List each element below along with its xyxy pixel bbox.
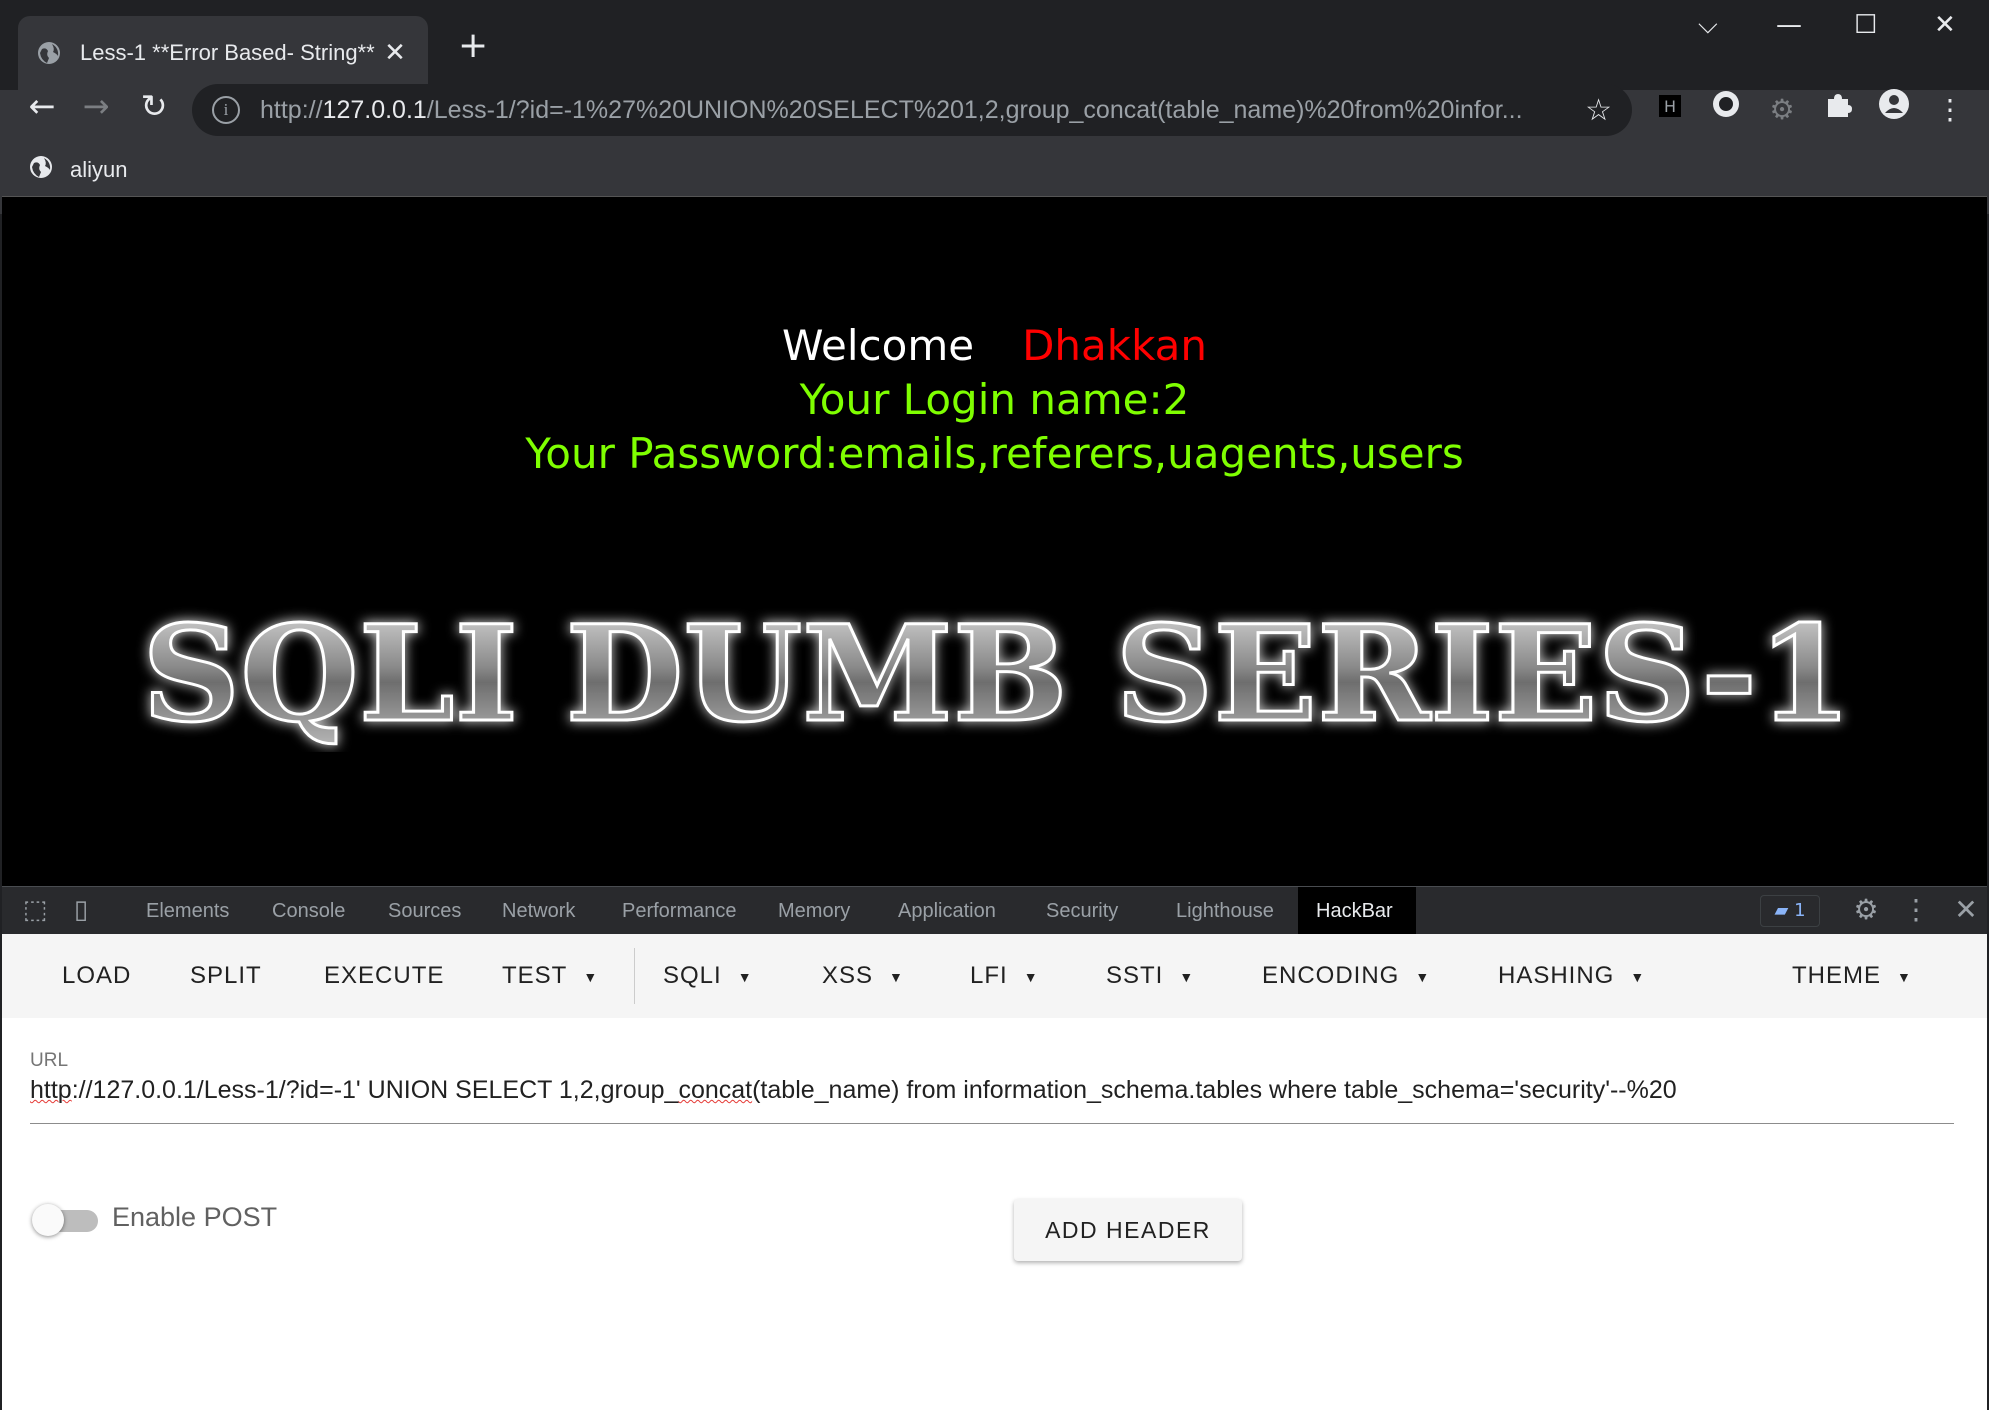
- site-info-icon[interactable]: i: [212, 96, 240, 124]
- devtools-settings-icon[interactable]: ⚙: [1848, 893, 1884, 926]
- devtools-tabbar: ⬚ ▯ Elements Console Sources Network Per…: [2, 886, 1987, 935]
- devtools-tab-lighthouse[interactable]: Lighthouse: [1158, 887, 1292, 935]
- devtools-tab-security[interactable]: Security: [1028, 887, 1136, 935]
- url-underline: [30, 1123, 1954, 1124]
- browser-tab[interactable]: Less-1 **Error Based- String** ✕: [18, 16, 428, 90]
- enable-post-label: Enable POST: [112, 1202, 278, 1232]
- add-header-button[interactable]: ADD HEADER: [1014, 1199, 1242, 1261]
- devtools-tab-network[interactable]: Network: [484, 887, 593, 935]
- maximize-icon[interactable]: ☐: [1854, 10, 1877, 40]
- page-content: Welcome Dhakkan Your Login name:2 Your Pa…: [2, 196, 1987, 886]
- url-field-label: URL: [30, 1050, 69, 1071]
- banner-text: SQLI DUMB SERIES-1: [142, 597, 1852, 752]
- tab-search-icon[interactable]: ⌵: [1698, 10, 1718, 41]
- test-dropdown[interactable]: TEST ▼: [502, 934, 598, 1018]
- minimize-icon[interactable]: —: [1776, 10, 1802, 40]
- extensions-puzzle-icon[interactable]: [1816, 88, 1860, 132]
- extension-circle-icon[interactable]: [1704, 88, 1748, 132]
- enable-post-toggle[interactable]: [32, 1204, 100, 1236]
- ssti-dropdown[interactable]: SSTI ▼: [1106, 934, 1194, 1018]
- encoding-dropdown[interactable]: ENCODING ▼: [1262, 934, 1430, 1018]
- globe-icon: [36, 40, 62, 66]
- back-icon[interactable]: ←: [20, 84, 64, 128]
- sqli-banner: SQLI DUMB SERIES-1: [141, 596, 1854, 753]
- devtools-tab-hackbar[interactable]: HackBar: [1298, 887, 1416, 935]
- caret-down-icon: ▼: [737, 968, 753, 985]
- hackbar-panel: LOAD SPLIT EXECUTE TEST ▼ SQLI ▼ XSS ▼ LFI ▼…: [2, 934, 1987, 1410]
- hackbar-menu: LOAD SPLIT EXECUTE TEST ▼ SQLI ▼ XSS ▼ LFI ▼…: [2, 934, 1987, 1018]
- extension-h-icon[interactable]: H: [1648, 88, 1692, 132]
- bookmark-star-icon[interactable]: ☆: [1585, 93, 1612, 128]
- caret-down-icon: ▼: [1179, 968, 1195, 985]
- load-button[interactable]: LOAD: [62, 934, 131, 1018]
- window-close-icon[interactable]: ✕: [1934, 10, 1956, 40]
- lfi-dropdown[interactable]: LFI ▼: [970, 934, 1039, 1018]
- devtools-menu-icon[interactable]: ⋮: [1898, 893, 1934, 926]
- forward-icon[interactable]: →: [74, 84, 118, 128]
- devtools-tab-memory[interactable]: Memory: [760, 887, 868, 935]
- theme-dropdown[interactable]: THEME ▼: [1792, 934, 1912, 1018]
- devtools-tab-elements[interactable]: Elements: [128, 887, 247, 935]
- execute-button[interactable]: EXECUTE: [324, 934, 444, 1018]
- caret-down-icon: ▼: [1023, 968, 1039, 985]
- profile-avatar-icon[interactable]: [1872, 88, 1916, 132]
- issues-badge[interactable]: ▰ 1: [1760, 895, 1820, 927]
- address-bar[interactable]: i http://127.0.0.1/Less-1/?id=-1%27%20UN…: [192, 84, 1632, 136]
- bookmark-aliyun[interactable]: aliyun: [70, 157, 127, 183]
- hashing-dropdown[interactable]: HASHING ▼: [1498, 934, 1645, 1018]
- bookmarks-bar: aliyun: [0, 146, 127, 194]
- password-text: Your Password:emails,referers,uagents,us…: [525, 429, 1464, 478]
- xss-dropdown[interactable]: XSS ▼: [822, 934, 904, 1018]
- address-url[interactable]: http://127.0.0.1/Less-1/?id=-1%27%20UNIO…: [260, 96, 1571, 125]
- caret-down-icon: ▼: [1630, 968, 1646, 985]
- svg-text:H: H: [1664, 97, 1676, 116]
- split-button[interactable]: SPLIT: [190, 934, 262, 1018]
- tab-strip: Less-1 **Error Based- String** ✕ + ⌵ — ☐…: [0, 0, 1989, 90]
- browser-menu-icon[interactable]: ⋮: [1928, 88, 1972, 132]
- globe-icon: [28, 154, 54, 187]
- device-toolbar-icon[interactable]: ▯: [64, 895, 98, 925]
- caret-down-icon: ▼: [1415, 968, 1431, 985]
- reload-icon[interactable]: ↻: [132, 84, 176, 128]
- sqli-dropdown[interactable]: SQLI ▼: [663, 934, 753, 1018]
- issues-icon: ▰: [1774, 900, 1789, 921]
- welcome-text: Welcome: [781, 321, 975, 370]
- login-name-text: Your Login name:2: [799, 375, 1190, 424]
- devtools-tab-application[interactable]: Application: [880, 887, 1014, 935]
- menu-divider: [634, 948, 635, 1004]
- welcome-line: Welcome Dhakkan: [2, 321, 1987, 370]
- devtools-tab-console[interactable]: Console: [254, 887, 363, 935]
- close-tab-icon[interactable]: ✕: [380, 38, 410, 68]
- devtools-tab-performance[interactable]: Performance: [604, 887, 755, 935]
- user-name: Dhakkan: [1022, 321, 1208, 370]
- devtools-close-icon[interactable]: ✕: [1948, 893, 1984, 926]
- caret-down-icon: ▼: [583, 968, 599, 985]
- devtools-tab-sources[interactable]: Sources: [370, 887, 479, 935]
- caret-down-icon: ▼: [1897, 968, 1912, 985]
- url-input[interactable]: http://127.0.0.1/Less-1/?id=-1' UNION SE…: [30, 1076, 1950, 1105]
- new-tab-button[interactable]: +: [458, 26, 488, 66]
- inspect-element-icon[interactable]: ⬚: [18, 895, 52, 925]
- tab-title: Less-1 **Error Based- String**: [80, 40, 375, 65]
- caret-down-icon: ▼: [889, 968, 904, 985]
- extension-gear-icon[interactable]: ⚙: [1760, 88, 1804, 132]
